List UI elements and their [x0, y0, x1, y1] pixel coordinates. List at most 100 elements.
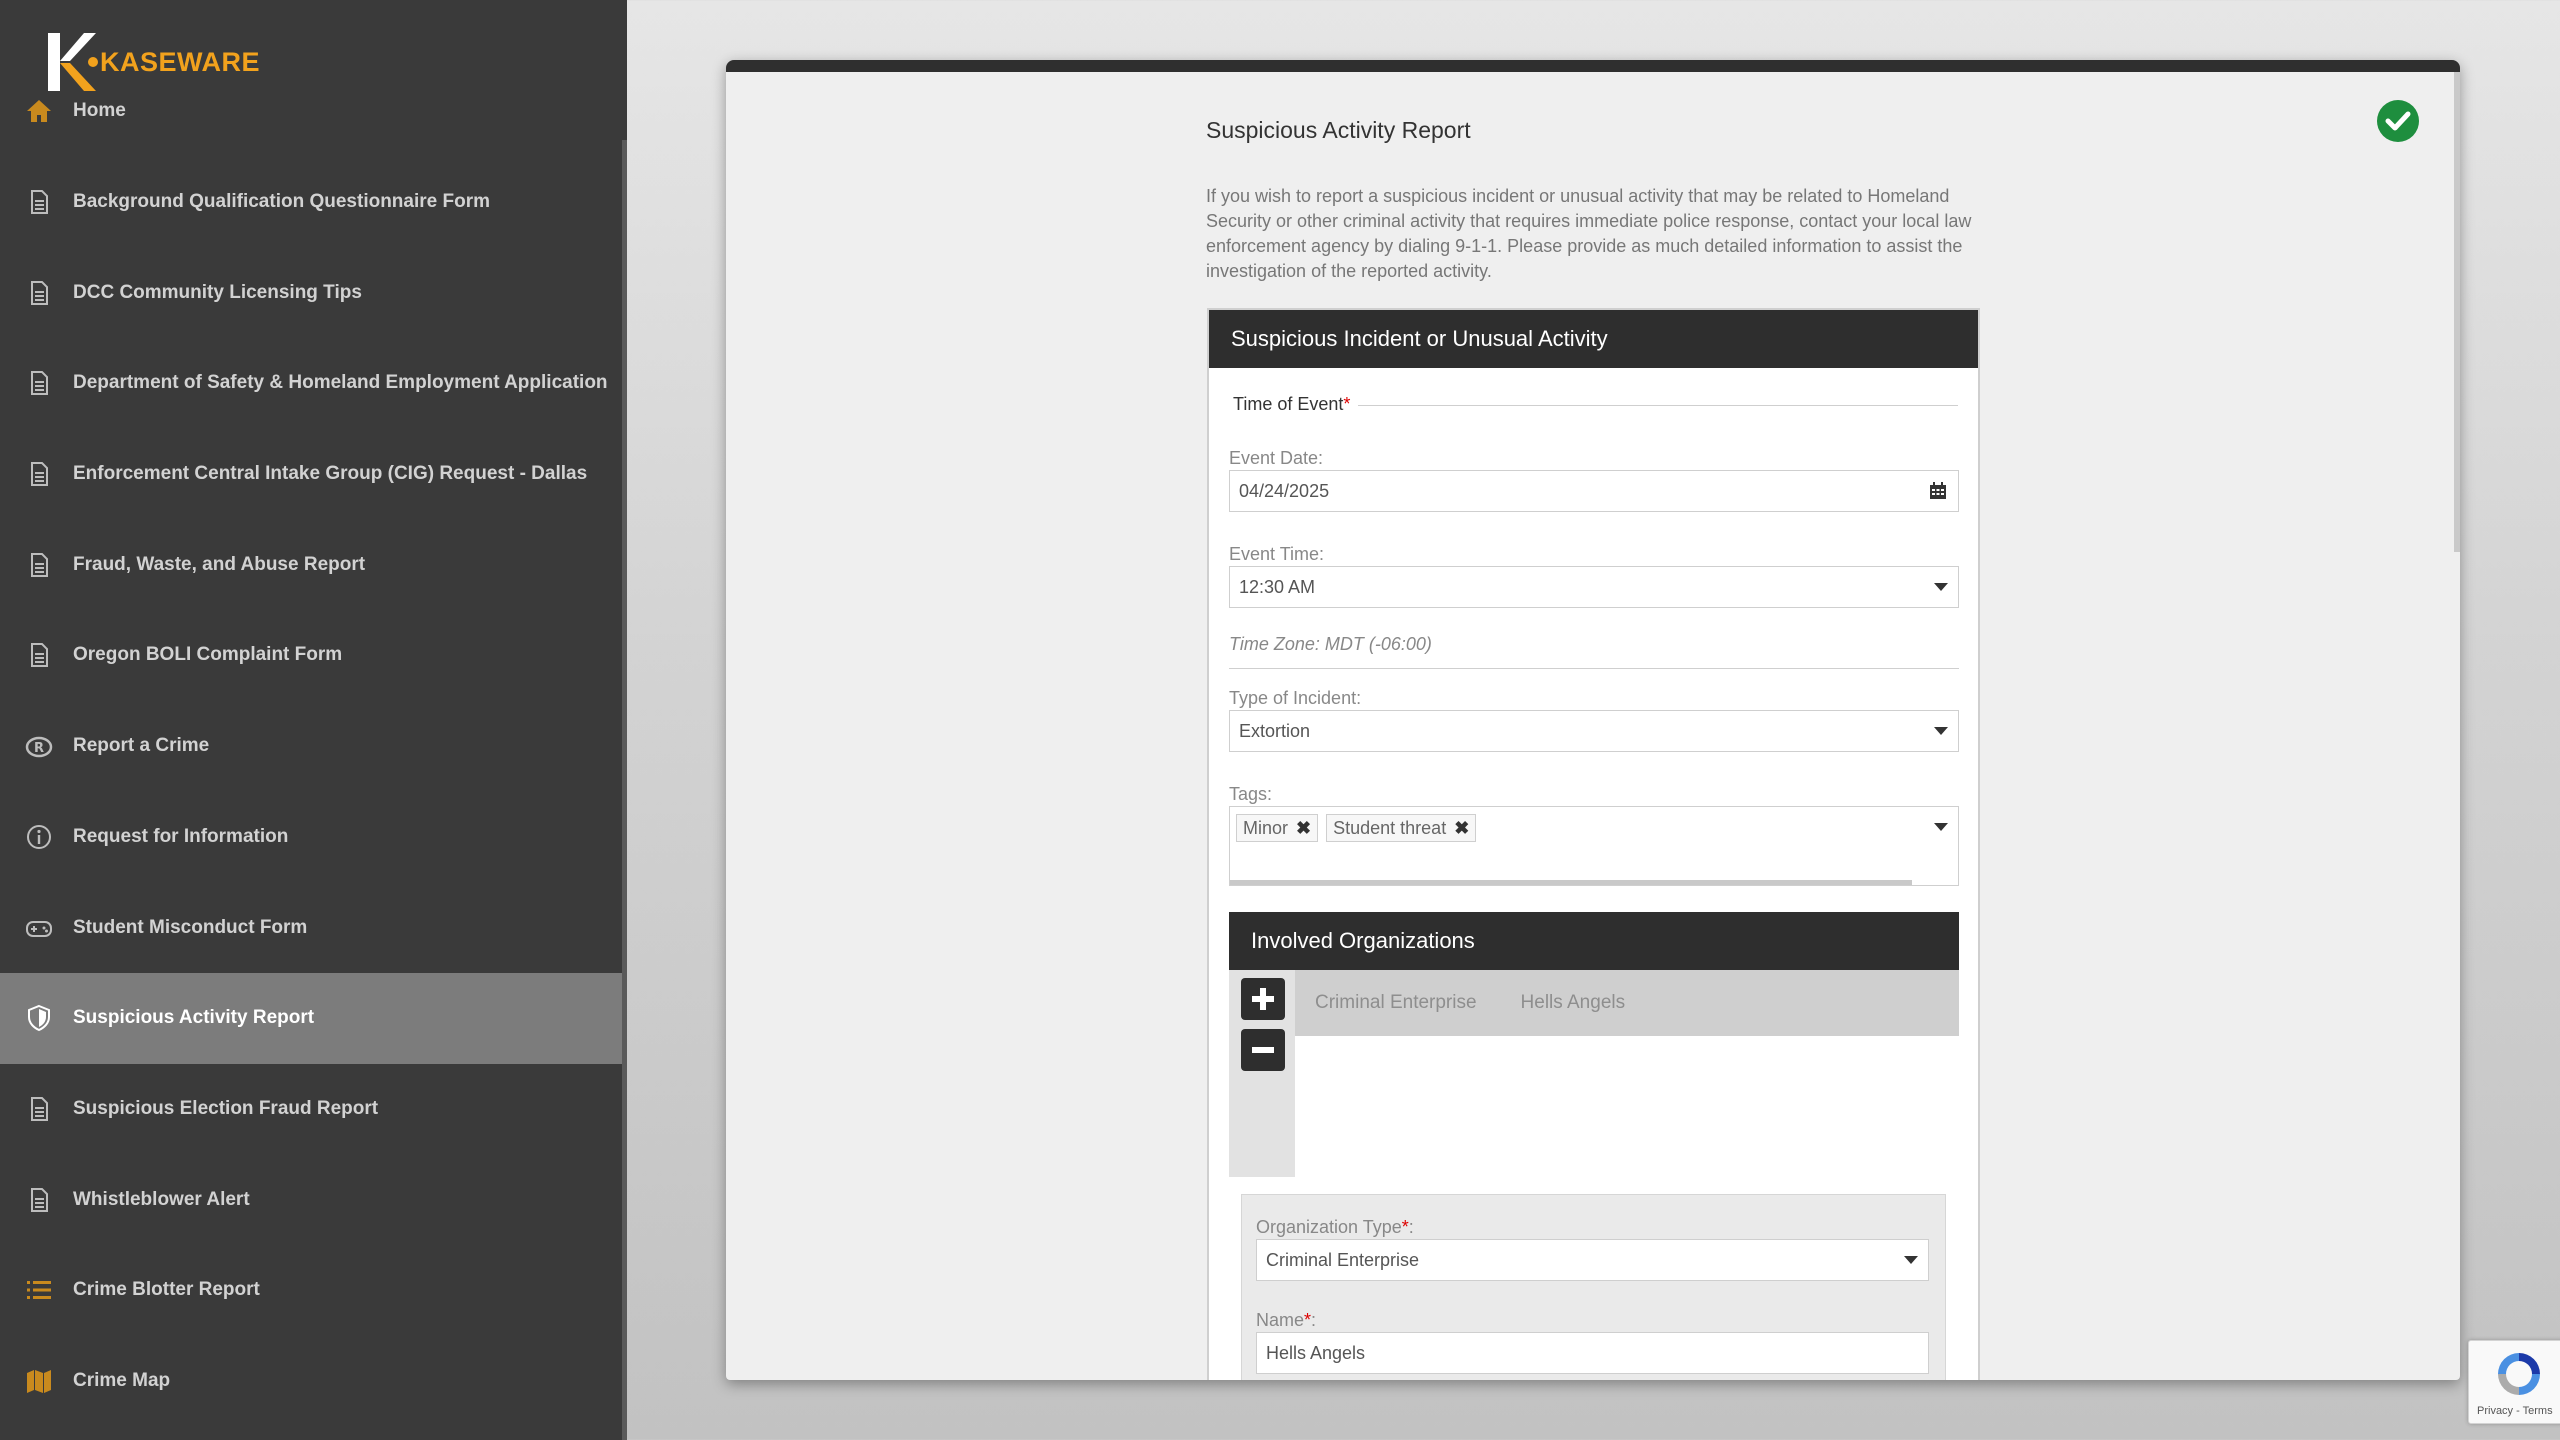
- sidebar-item-label: Crime Blotter Report: [73, 1279, 260, 1301]
- card-scrollbar[interactable]: [2454, 72, 2460, 552]
- sidebar-item-label: Crime Map: [73, 1369, 171, 1391]
- remove-org-button[interactable]: [1241, 1029, 1285, 1071]
- document-icon: [24, 1185, 54, 1215]
- document-icon: [24, 640, 54, 670]
- sidebar-item[interactable]: Suspicious Activity Report: [0, 972, 624, 1064]
- org-type-label-text: Organization Type: [1256, 1217, 1402, 1237]
- event-time-label: Event Time:: [1229, 544, 1325, 564]
- tags-scrollbar[interactable]: [1230, 880, 1912, 885]
- sidebar: KASEWARE Home Background Qualification Qu…: [0, 0, 627, 1440]
- sidebar-item[interactable]: Enforcement Central Intake Group (CIG) R…: [0, 429, 624, 520]
- shield-icon: [24, 1003, 54, 1033]
- tags-label: Tags:: [1229, 784, 1273, 804]
- sidebar-item[interactable]: Oregon BOLI Complaint Form: [0, 610, 624, 701]
- sidebar-item[interactable]: Background Qualification Questionnaire F…: [0, 157, 624, 248]
- form-card: Suspicious Activity Report If you wish t…: [726, 60, 2460, 1380]
- sidebar-item[interactable]: Crime Blotter Report: [0, 1245, 624, 1336]
- intro-text: If you wish to report a suspicious incid…: [1206, 186, 1972, 281]
- sidebar-item-label: Suspicious Election Fraud Report: [73, 1097, 379, 1119]
- list-icon: [24, 1275, 54, 1305]
- sidebar-item[interactable]: Crime Map: [0, 1336, 624, 1427]
- time-zone-note: Time Zone: MDT (-06:00): [1229, 634, 1432, 654]
- sidebar-item-label: Enforcement Central Intake Group (CIG) R…: [73, 463, 588, 485]
- recaptcha-badge[interactable]: Privacy - Terms: [2468, 1340, 2560, 1424]
- sidebar-item-label: DCC Community Licensing Tips: [73, 281, 362, 303]
- event-date-label: Event Date:: [1229, 448, 1324, 468]
- gamepad-icon: [24, 913, 54, 943]
- org-name-label-text: Name: [1256, 1310, 1305, 1330]
- tag-label: Student threat: [1333, 817, 1447, 838]
- sidebar-item[interactable]: Home: [0, 66, 624, 157]
- sidebar-item[interactable]: Student Misconduct Form: [0, 882, 624, 973]
- time-of-event-text: Time of Event: [1233, 394, 1344, 414]
- chevron-down-icon: [1934, 727, 1948, 735]
- sidebar-item-label: Report a Crime: [73, 735, 210, 757]
- plus-icon: [1252, 988, 1274, 1010]
- sidebar-item[interactable]: Department of Safety & Homeland Employme…: [0, 338, 624, 429]
- sidebar-item[interactable]: Fraud, Waste, and Abuse Report: [0, 519, 624, 610]
- tags-input[interactable]: Minor ✖ Student threat ✖: [1229, 806, 1959, 886]
- svg-text:R: R: [34, 741, 44, 756]
- sidebar-item-label: Whistleblower Alert: [73, 1188, 250, 1210]
- close-icon[interactable]: ✖: [1454, 818, 1469, 839]
- recaptcha-icon: [2498, 1353, 2540, 1395]
- required-mark: *: [1343, 394, 1351, 414]
- chevron-down-icon: [1904, 1256, 1918, 1264]
- document-icon: [24, 550, 54, 580]
- org-type-select[interactable]: Criminal Enterprise: [1256, 1239, 1929, 1281]
- minus-icon: [1252, 1047, 1274, 1053]
- org-form: Organization Type*: Criminal Enterprise …: [1241, 1194, 1946, 1380]
- event-time-select[interactable]: 12:30 AM: [1229, 566, 1959, 608]
- event-date-input[interactable]: 04/24/2025: [1229, 470, 1959, 512]
- sidebar-item-label: Suspicious Activity Report: [73, 1007, 315, 1029]
- panel-title: Suspicious Incident or Unusual Activity: [1209, 310, 1978, 368]
- sidebar-item-label: Background Qualification Questionnaire F…: [73, 191, 490, 213]
- sidebar-item[interactable]: Request for Information: [0, 792, 624, 883]
- sidebar-item[interactable]: Whistleblower Alert: [0, 1154, 624, 1245]
- org-name-value: Hells Angels: [1266, 1342, 1366, 1363]
- tag-chip: Minor ✖: [1236, 814, 1319, 842]
- document-icon: [24, 459, 54, 489]
- incident-type-select[interactable]: Extortion: [1229, 710, 1959, 752]
- org-tab[interactable]: Hells Angels: [1521, 992, 1626, 1014]
- incident-panel: Suspicious Incident or Unusual Activity …: [1207, 308, 1980, 1380]
- time-of-event-label: Time of Event*: [1233, 394, 1359, 415]
- sidebar-item[interactable]: R Report a Crime: [0, 701, 624, 792]
- org-type-label: Organization Type*:: [1256, 1217, 1414, 1238]
- add-org-button[interactable]: [1241, 978, 1285, 1020]
- event-date-value: 04/24/2025: [1239, 480, 1330, 501]
- report-icon: R: [24, 731, 54, 761]
- info-icon: [24, 822, 54, 852]
- sidebar-item[interactable]: DCC Community Licensing Tips: [0, 247, 624, 338]
- org-tab[interactable]: Criminal Enterprise: [1315, 992, 1477, 1014]
- sidebar-item[interactable]: Suspicious Election Fraud Report: [0, 1064, 624, 1155]
- home-icon: [24, 96, 54, 126]
- label-suffix: :: [1408, 1217, 1414, 1237]
- sidebar-item-label: Department of Safety & Homeland Employme…: [73, 372, 608, 394]
- document-icon: [24, 1094, 54, 1124]
- label-suffix: :: [1311, 1310, 1317, 1330]
- page-title: Suspicious Activity Report: [1206, 117, 1471, 143]
- calendar-icon[interactable]: [1928, 481, 1948, 501]
- sidebar-item-label: Student Misconduct Form: [73, 916, 308, 938]
- involved-orgs-title: Involved Organizations: [1229, 912, 1959, 970]
- time-zone-divider: [1229, 668, 1959, 669]
- org-name-label: Name*:: [1256, 1310, 1316, 1331]
- sidebar-nav: Home Background Qualification Questionnai…: [0, 66, 624, 1426]
- document-icon: [24, 278, 54, 308]
- chevron-down-icon: [1934, 583, 1948, 591]
- sidebar-item-label: Fraud, Waste, and Abuse Report: [73, 553, 366, 575]
- orgs-toolbar: [1229, 970, 1295, 1177]
- org-tabs: Criminal Enterprise Hells Angels: [1295, 970, 1959, 1036]
- sidebar-scrollbar[interactable]: [622, 140, 627, 1440]
- event-time-value: 12:30 AM: [1239, 576, 1316, 597]
- check-icon: [2377, 100, 2419, 142]
- document-icon: [24, 187, 54, 217]
- incident-type-value: Extortion: [1239, 720, 1311, 741]
- close-icon[interactable]: ✖: [1296, 818, 1311, 839]
- sidebar-item-label: Oregon BOLI Complaint Form: [73, 644, 343, 666]
- org-name-input[interactable]: Hells Angels: [1256, 1332, 1929, 1374]
- required-mark: *: [1304, 1310, 1312, 1330]
- incident-type-label: Type of Incident:: [1229, 688, 1362, 708]
- chevron-down-icon: [1934, 823, 1948, 831]
